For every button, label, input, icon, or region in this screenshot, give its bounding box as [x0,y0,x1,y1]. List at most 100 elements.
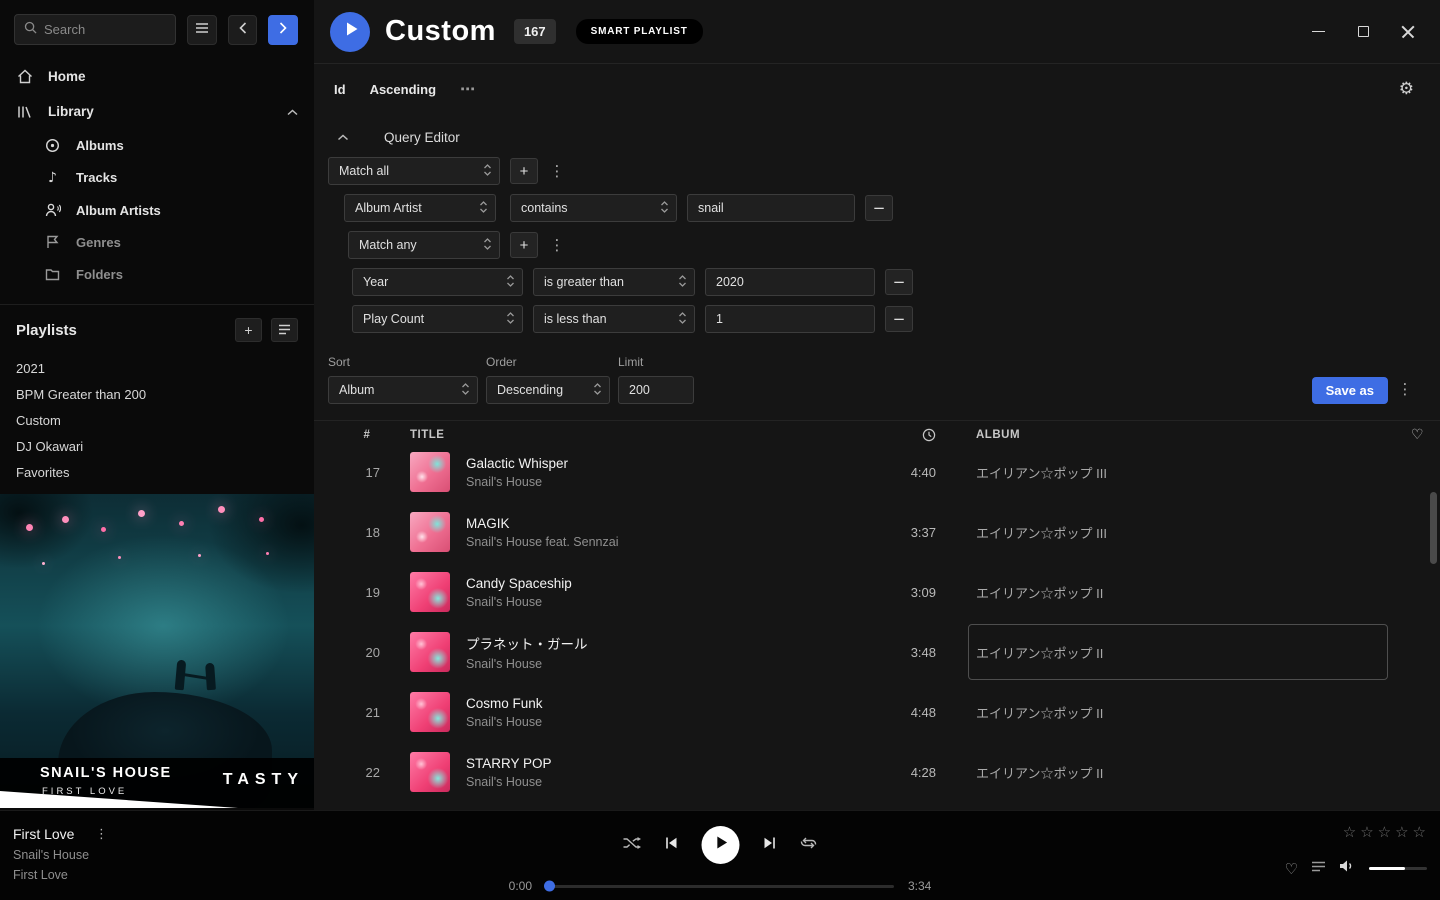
value-input[interactable] [705,268,875,296]
field-select[interactable]: Play Count [352,305,523,333]
track-row[interactable]: 18 MAGIK Snail's House feat. Sennzai 3:3… [314,502,1440,562]
save-as-button[interactable]: Save as [1312,377,1388,404]
tracklist-header: # TITLE ALBUM ♡ [314,420,1440,448]
value-input[interactable] [687,194,855,222]
select-arrows-icon [479,200,488,217]
sidebar-item-album-artists[interactable]: Album Artists [0,194,314,226]
page-title: Custom [385,15,496,48]
select-arrows-icon [678,274,687,291]
track-album: エイリアン☆ポップ III [968,504,1388,560]
group-options-button[interactable]: ⋮ [548,236,566,254]
progress-knob[interactable] [544,881,555,892]
sidebar-item-home[interactable]: Home [0,59,314,94]
settings-button[interactable]: ⚙ [1399,79,1414,99]
maximize-button[interactable] [1355,24,1371,40]
previous-button[interactable] [665,836,679,855]
query-group-row: Match any + ⋮ [348,231,1414,259]
track-row[interactable]: 17 Galactic Whisper Snail's House 4:40 エ… [314,448,1440,502]
star-icon[interactable]: ☆ [1343,823,1356,841]
sidebar-item-library[interactable]: Library [0,94,314,129]
menu-button[interactable] [187,15,217,45]
search-box[interactable] [14,14,176,45]
repeat-button[interactable] [800,836,818,855]
track-duration: 4:28 [880,765,936,780]
star-icon[interactable]: ☆ [1360,823,1373,841]
heart-icon: ♡ [1411,427,1424,443]
column-title[interactable]: TITLE [410,429,880,441]
column-index[interactable]: # [354,429,380,441]
rule-options-button[interactable]: ⋮ [548,162,566,180]
playlist-item[interactable]: BPM Greater than 200 [16,381,298,407]
save-options-button[interactable]: ⋮ [1396,380,1414,398]
next-button[interactable] [763,836,777,855]
sidebar-item-label: Home [48,69,86,84]
select-arrows-icon [461,382,470,399]
more-options-button[interactable]: ⋯ [460,80,475,98]
sort-direction-button[interactable]: Ascending [370,82,436,97]
star-icon[interactable]: ☆ [1378,823,1391,841]
close-button[interactable] [1400,24,1416,40]
track-number: 18 [354,525,380,540]
queue-button[interactable] [1311,860,1326,878]
limit-input[interactable] [618,376,694,404]
track-row[interactable]: 21 Cosmo Funk Snail's House 4:48 エイリアン☆ポ… [314,682,1440,742]
volume-button[interactable] [1339,859,1356,878]
collapse-query-editor-button[interactable] [328,134,358,141]
sort-field-button[interactable]: Id [334,82,346,97]
operator-select[interactable]: is greater than [533,268,695,296]
match-any-select[interactable]: Match any [348,231,500,259]
minimize-button[interactable] [1310,24,1326,40]
sidebar-item-genres[interactable]: Genres [0,226,314,258]
track-row[interactable]: 20 プラネット・ガール Snail's House 3:48 エイリアン☆ポッ… [314,622,1440,682]
track-title: Galactic Whisper [466,456,880,471]
add-rule-button[interactable]: + [510,158,538,184]
operator-select[interactable]: contains [510,194,677,222]
track-album-highlighted[interactable]: エイリアン☆ポップ II [968,624,1388,680]
sidebar-item-folders[interactable]: Folders [0,258,314,290]
star-icon[interactable]: ☆ [1413,823,1426,841]
nav-back-button[interactable] [228,15,258,45]
nav-forward-button[interactable] [268,15,298,45]
remove-rule-button[interactable]: − [885,306,913,332]
now-playing-cover[interactable]: SNAIL'S HOUSE FIRST LOVE TASTY [0,494,314,808]
sidebar-item-tracks[interactable]: ♪ Tracks [0,161,314,194]
minimize-icon [1312,31,1325,33]
chevron-up-icon[interactable] [287,104,298,119]
playlist-item[interactable]: Custom [16,407,298,433]
column-favorite[interactable]: ♡ [1388,427,1424,443]
search-input[interactable] [44,22,166,37]
track-title: Candy Spaceship [466,576,880,591]
tracklist: # TITLE ALBUM ♡ 17 Galactic Whisper Snai… [314,420,1440,806]
add-group-rule-button[interactable]: + [510,232,538,258]
match-all-select[interactable]: Match all [328,157,500,185]
operator-select[interactable]: is less than [533,305,695,333]
column-album[interactable]: ALBUM [968,429,1388,441]
track-duration: 4:48 [880,705,936,720]
playlist-item[interactable]: DJ Okawari [16,433,298,459]
progress-bar[interactable] [546,885,894,888]
add-playlist-button[interactable]: + [235,318,262,342]
favorite-button[interactable]: ♡ [1285,860,1298,878]
order-select[interactable]: Descending [486,376,610,404]
star-icon[interactable]: ☆ [1395,823,1408,841]
field-select[interactable]: Album Artist [344,194,496,222]
shuffle-button[interactable] [623,836,642,855]
track-row[interactable]: 19 Candy Spaceship Snail's House 3:09 エイ… [314,562,1440,622]
track-options-button[interactable]: ⋮ [92,827,110,842]
cover-artist: SNAIL'S HOUSE [40,765,172,781]
playlist-item[interactable]: Favorites [16,459,298,485]
track-row[interactable]: 22 STARRY POP Snail's House 4:28 エイリアン☆ポ… [314,742,1440,802]
column-duration[interactable] [880,428,936,442]
tracklist-scrollbar[interactable] [1430,492,1437,564]
sort-select[interactable]: Album [328,376,478,404]
play-pause-button[interactable] [702,826,740,864]
play-playlist-button[interactable] [330,12,370,52]
remove-rule-button[interactable]: − [885,269,913,295]
sidebar-item-albums[interactable]: Albums [0,129,314,161]
volume-slider[interactable] [1369,867,1427,870]
field-select[interactable]: Year [352,268,523,296]
remove-rule-button[interactable]: − [865,195,893,221]
playlist-item[interactable]: 2021 [16,355,298,381]
playlist-menu-button[interactable] [271,318,298,342]
value-input[interactable] [705,305,875,333]
